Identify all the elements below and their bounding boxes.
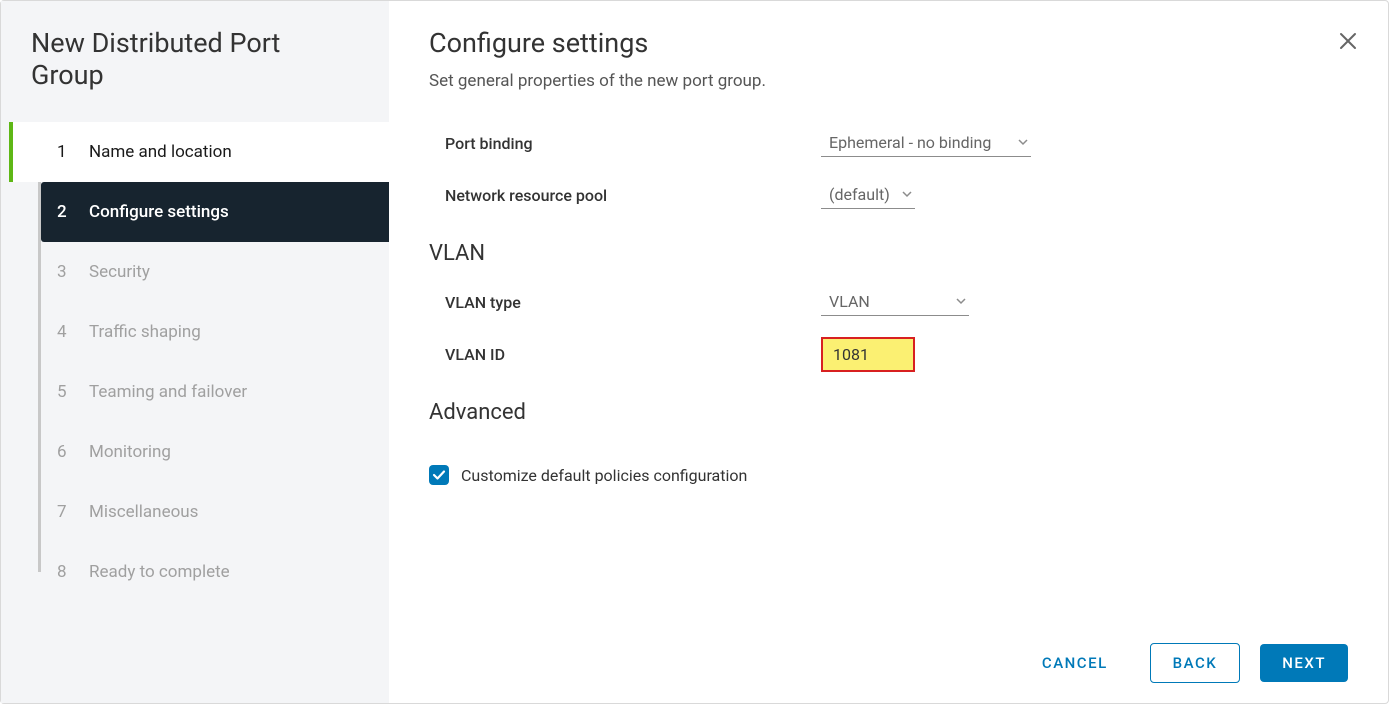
step-configure-settings[interactable]: 2 Configure settings [41, 182, 389, 242]
row-network-resource-pool: Network resource pool (default) [429, 169, 1348, 221]
chevron-down-icon [1017, 133, 1029, 152]
vlan-section-heading: VLAN [429, 241, 1348, 266]
customize-policies-checkbox[interactable] [429, 465, 449, 485]
step-number: 3 [57, 262, 77, 282]
step-label: Name and location [89, 142, 232, 162]
advanced-section-heading: Advanced [429, 400, 1348, 425]
step-number: 1 [57, 142, 77, 162]
step-monitoring: 6 Monitoring [31, 422, 389, 482]
step-label: Configure settings [89, 202, 229, 222]
cancel-button[interactable]: CANCEL [1020, 644, 1130, 682]
vlan-type-value: VLAN [829, 292, 870, 311]
port-binding-select[interactable]: Ephemeral - no binding [821, 129, 1031, 157]
chevron-down-icon [901, 185, 913, 204]
back-button[interactable]: BACK [1150, 643, 1241, 683]
step-miscellaneous: 7 Miscellaneous [31, 482, 389, 542]
vlan-id-input[interactable] [821, 337, 915, 372]
row-port-binding: Port binding Ephemeral - no binding [429, 117, 1348, 169]
network-resource-pool-label: Network resource pool [445, 186, 821, 205]
network-resource-pool-value: (default) [829, 185, 890, 204]
step-label: Miscellaneous [89, 502, 198, 522]
step-name-and-location[interactable]: 1 Name and location [9, 122, 389, 182]
step-number: 2 [57, 202, 77, 222]
step-label: Teaming and failover [89, 382, 247, 402]
step-traffic-shaping: 4 Traffic shaping [31, 302, 389, 362]
row-vlan-type: VLAN type VLAN [429, 276, 1348, 328]
wizard-main-panel: Configure settings Set general propertie… [389, 1, 1388, 703]
vlan-type-select[interactable]: VLAN [821, 288, 969, 316]
port-binding-label: Port binding [445, 134, 821, 153]
row-customize-policies: Customize default policies configuration [429, 449, 1348, 501]
page-subtitle: Set general properties of the new port g… [429, 71, 1348, 91]
row-vlan-id: VLAN ID [429, 328, 1348, 380]
step-label: Monitoring [89, 442, 171, 462]
page-title: Configure settings [429, 27, 1348, 59]
vlan-type-label: VLAN type [445, 293, 821, 312]
chevron-down-icon [955, 292, 967, 311]
wizard-title: New Distributed Port Group [1, 27, 389, 122]
vlan-id-label: VLAN ID [445, 345, 821, 364]
step-number: 5 [57, 382, 77, 402]
close-icon [1338, 31, 1358, 51]
step-number: 6 [57, 442, 77, 462]
step-ready-to-complete: 8 Ready to complete [31, 542, 389, 602]
step-number: 4 [57, 322, 77, 342]
wizard-sidebar: New Distributed Port Group 1 Name and lo… [1, 1, 389, 703]
wizard-steps: 1 Name and location 2 Configure settings… [1, 122, 389, 602]
wizard-dialog: New Distributed Port Group 1 Name and lo… [0, 0, 1389, 704]
close-button[interactable] [1338, 31, 1358, 55]
port-binding-value: Ephemeral - no binding [829, 133, 991, 152]
step-number: 7 [57, 502, 77, 522]
step-label: Ready to complete [89, 562, 230, 582]
next-button[interactable]: NEXT [1260, 644, 1348, 682]
step-number: 8 [57, 562, 77, 582]
step-label: Traffic shaping [89, 322, 201, 342]
step-security: 3 Security [31, 242, 389, 302]
step-label: Security [89, 262, 150, 282]
customize-policies-label: Customize default policies configuration [461, 466, 747, 485]
check-icon [432, 468, 446, 482]
wizard-footer: CANCEL BACK NEXT [429, 623, 1348, 683]
step-teaming-and-failover: 5 Teaming and failover [31, 362, 389, 422]
network-resource-pool-select[interactable]: (default) [821, 181, 915, 209]
